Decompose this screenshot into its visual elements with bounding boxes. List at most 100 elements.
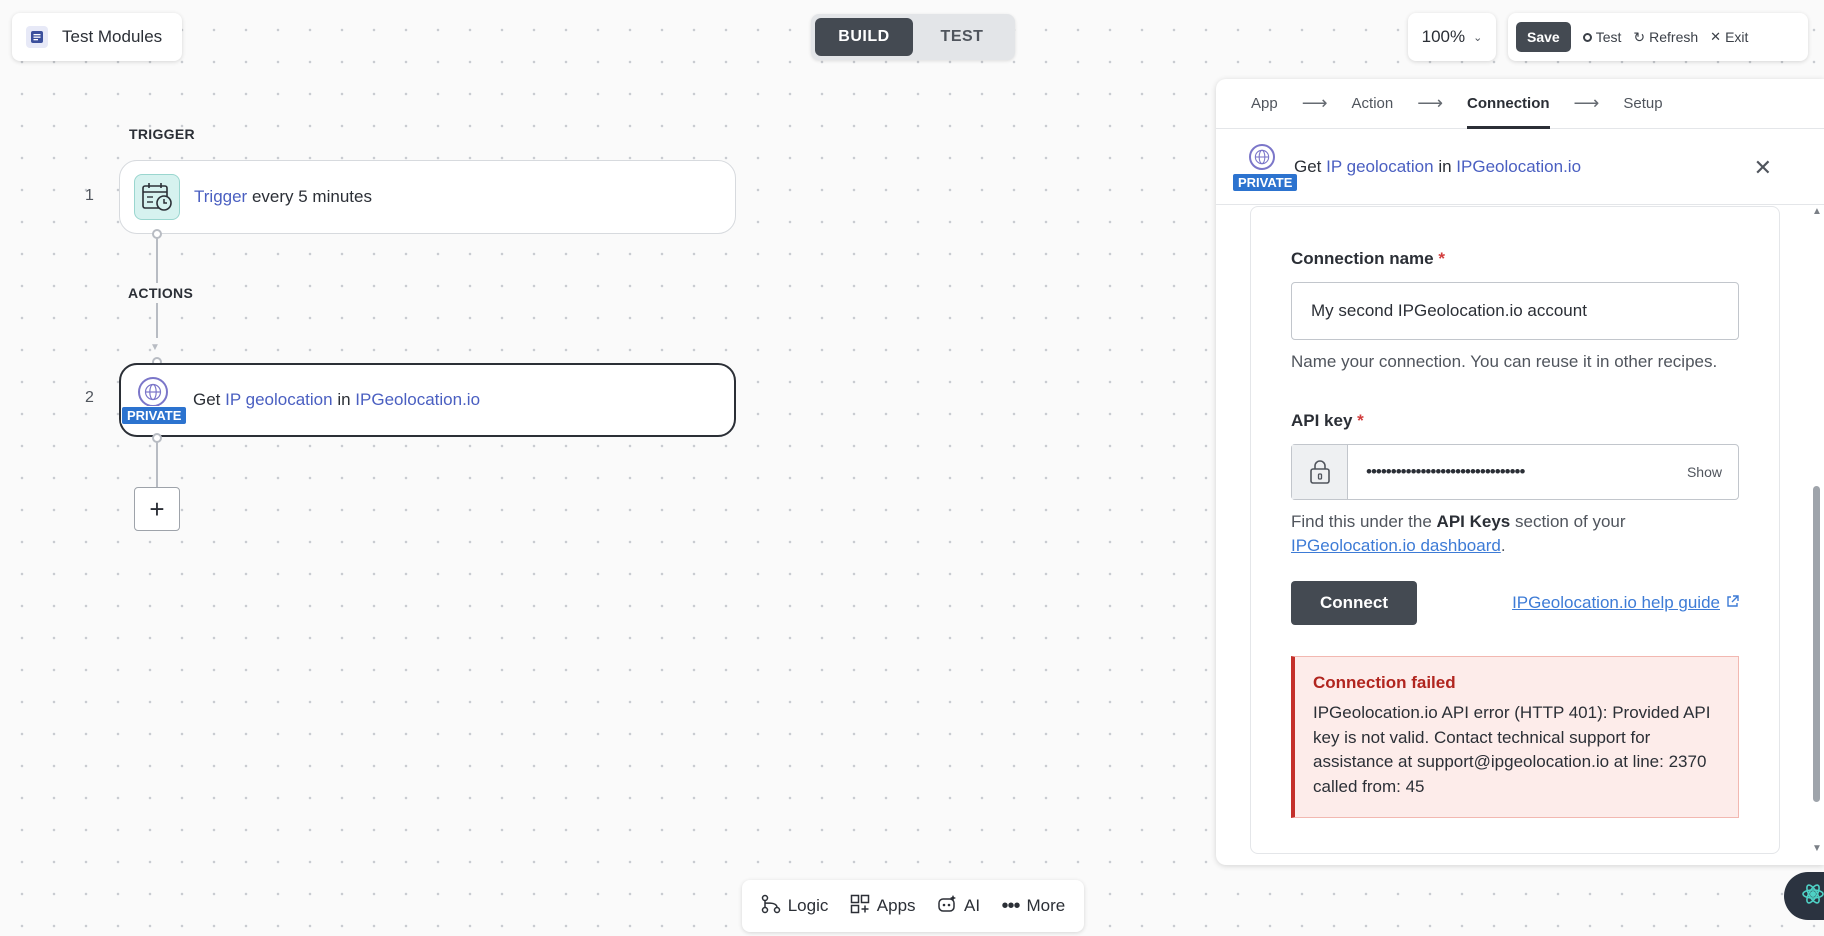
chevron-down-icon: ⌄ [1473, 31, 1483, 44]
ai-button[interactable]: AI [937, 894, 980, 919]
connect-button[interactable]: Connect [1291, 580, 1417, 625]
close-icon: ✕ [1710, 29, 1722, 44]
globe-icon [1249, 143, 1275, 170]
action-pre: Get [193, 390, 221, 409]
private-badge: PRIVATE [1232, 172, 1299, 192]
refresh-label: Refresh [1649, 29, 1699, 45]
add-step-button[interactable]: + [134, 487, 180, 531]
wizard-steps: App ⟶ Action ⟶ Connection ⟶ Setup [1216, 79, 1824, 129]
build-tab[interactable]: BUILD [815, 18, 913, 56]
logic-button[interactable]: Logic [761, 894, 829, 919]
recipe-title: Test Modules [62, 27, 163, 46]
record-icon [1582, 32, 1592, 42]
exit-label: Exit [1725, 29, 1749, 45]
recipe-name-box[interactable]: Test Modules [12, 13, 182, 61]
refresh-button[interactable]: ↻ Refresh [1633, 29, 1698, 46]
app-badge: PRIVATE [121, 375, 188, 425]
actions-section-label: ACTIONS [128, 283, 194, 303]
external-link-icon [1726, 593, 1739, 613]
trigger-text: Trigger every 5 minutes [194, 187, 372, 207]
test-label: Test [1595, 29, 1622, 45]
connection-name-label-text: Connection name [1291, 249, 1434, 268]
connect-row: Connect IPGeolocation.io help guide [1291, 580, 1739, 625]
wizard-step-app[interactable]: App [1251, 79, 1278, 129]
action-step-card[interactable]: PRIVATE Get IP geolocation in IPGeolocat… [119, 363, 736, 437]
hint-end: . [1500, 536, 1506, 556]
connection-form: Connection name * My second IPGeolocatio… [1250, 206, 1780, 854]
help-guide-label: IPGeolocation.io help guide [1512, 592, 1720, 612]
required-marker: * [1357, 410, 1364, 430]
action-link[interactable]: IP geolocation [225, 390, 332, 409]
apps-button[interactable]: Apps [850, 894, 916, 919]
connector-dot [152, 433, 162, 443]
step-number: 1 [85, 187, 94, 204]
recipe-actions: Save Test ↻ Refresh ✕ Exit [1508, 13, 1808, 61]
required-marker: * [1438, 249, 1445, 268]
hint-bold: API Keys [1436, 511, 1511, 531]
scroll-down-icon[interactable]: ▼ [1812, 843, 1822, 854]
api-key-label: API key * [1291, 411, 1739, 431]
connector-arrow: ▼ [150, 342, 160, 353]
hint-pre: Find this under the [1291, 511, 1432, 531]
apps-icon [850, 894, 870, 919]
trigger-link[interactable]: Trigger [194, 187, 247, 206]
globe-icon [138, 377, 168, 407]
api-key-field[interactable]: •••••••••••••••••••••••••••••••• Show [1291, 443, 1739, 500]
ai-label: AI [963, 896, 981, 915]
api-key-masked-value[interactable]: •••••••••••••••••••••••••••••••• [1348, 462, 1687, 482]
scroll-thumb[interactable] [1813, 486, 1820, 802]
connection-name-hint: Name your connection. You can reuse it i… [1291, 352, 1718, 371]
ai-icon [937, 894, 957, 919]
error-title: Connection failed [1313, 672, 1456, 692]
bottom-toolbar: Logic Apps AI ••• More [742, 880, 1084, 932]
connection-name-input[interactable]: My second IPGeolocation.io account [1291, 282, 1739, 340]
trigger-schedule: every 5 minutes [251, 187, 372, 206]
close-icon[interactable]: ✕ [1754, 155, 1772, 181]
dashboard-link[interactable]: IPGeolocation.io dashboard [1291, 536, 1501, 555]
scroll-up-icon[interactable]: ▲ [1812, 206, 1822, 217]
zoom-value: 100% [1421, 27, 1466, 46]
connector-line [156, 438, 158, 488]
more-button[interactable]: ••• More [1001, 895, 1065, 918]
apps-label: Apps [876, 896, 916, 915]
arrow-right-icon: ⟶ [1301, 93, 1328, 113]
connection-error-alert: Connection failed IPGeolocation.io API e… [1291, 655, 1739, 819]
title-pre: Get [1294, 156, 1322, 176]
panel-scrollbar[interactable]: ▲ ▼ [1808, 206, 1824, 856]
arrow-right-icon: ⟶ [1573, 93, 1600, 113]
panel-header: PRIVATE Get IP geolocation in IPGeolocat… [1216, 129, 1824, 205]
connection-name-label: Connection name * [1291, 249, 1739, 269]
app-link[interactable]: IPGeolocation.io [355, 390, 480, 409]
trigger-section-label: TRIGGER [129, 126, 195, 142]
zoom-select[interactable]: 100% ⌄ [1408, 13, 1496, 61]
save-button[interactable]: Save [1516, 22, 1571, 52]
logic-icon [761, 894, 781, 919]
api-key-label-text: API key [1291, 410, 1353, 430]
more-label: More [1026, 896, 1066, 915]
api-key-hint: Find this under the API Keys section of … [1291, 510, 1739, 559]
show-key-button[interactable]: Show [1687, 464, 1738, 480]
wizard-step-connection[interactable]: Connection [1467, 79, 1550, 129]
scheduler-icon [134, 174, 180, 220]
trigger-step-card[interactable]: Trigger every 5 minutes [119, 160, 736, 234]
action-link[interactable]: IP geolocation [1326, 157, 1433, 176]
assistant-icon [1802, 883, 1824, 910]
assistant-launcher-button[interactable] [1784, 872, 1824, 920]
test-button[interactable]: Test [1582, 29, 1622, 45]
connector-dot [152, 229, 162, 239]
app-link[interactable]: IPGeolocation.io [1456, 157, 1581, 176]
error-message: IPGeolocation.io API error (HTTP 401): P… [1313, 702, 1711, 796]
arrow-right-icon: ⟶ [1417, 93, 1444, 113]
document-icon [26, 26, 48, 48]
wizard-step-setup[interactable]: Setup [1623, 79, 1662, 129]
logic-label: Logic [787, 896, 829, 915]
step-number: 2 [85, 389, 94, 406]
step-config-panel: App ⟶ Action ⟶ Connection ⟶ Setup PRIVAT… [1216, 79, 1824, 865]
refresh-icon: ↻ [1633, 28, 1646, 45]
wizard-step-action[interactable]: Action [1352, 79, 1394, 129]
help-guide-link[interactable]: IPGeolocation.io help guide [1512, 593, 1739, 613]
exit-button[interactable]: ✕ Exit [1710, 29, 1748, 45]
test-tab[interactable]: TEST [913, 18, 1011, 56]
title-mid: in [1438, 156, 1452, 176]
panel-title: Get IP geolocation in IPGeolocation.io [1294, 157, 1581, 177]
